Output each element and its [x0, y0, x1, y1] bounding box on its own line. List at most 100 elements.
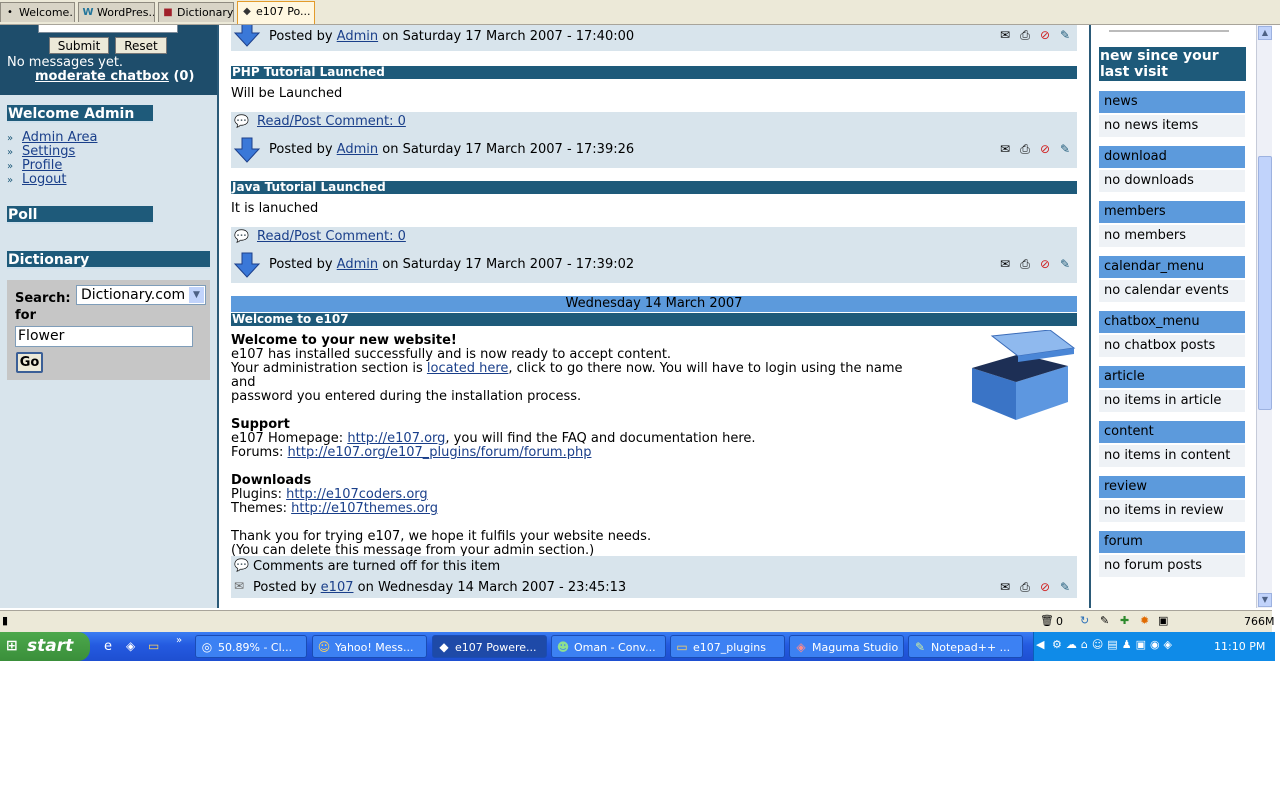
sync-icon[interactable]: ↻ [1080, 614, 1089, 627]
scroll-down-arrow-icon[interactable]: ▼ [1258, 593, 1272, 607]
post-icon: ✉ [234, 579, 245, 593]
folder-icon[interactable]: ▭ [148, 639, 159, 653]
go-button[interactable]: Go [16, 352, 43, 373]
notepad-icon: ✎ [914, 640, 926, 654]
start-button[interactable]: ⊞ start [0, 632, 90, 661]
edit-icon[interactable]: ✎ [1057, 27, 1073, 43]
print-icon[interactable]: ⎙ [1017, 579, 1033, 595]
taskbar-item-label: 50.89% - Cl... [218, 641, 293, 654]
tray-expand-icon[interactable]: ◀ [1036, 638, 1044, 651]
post-actions: ✉ ⎙ ⊘ ✎ [997, 579, 1075, 595]
reset-button[interactable]: Reset [115, 37, 167, 54]
welcome-line: e107 Homepage: http://e107.org, you will… [231, 432, 931, 446]
welcome-line: Thank you for trying e107, we hope it fu… [231, 529, 652, 544]
dictionary-heading: Dictionary [7, 251, 210, 269]
taskbar-item[interactable]: ✎ Notepad++ ... [908, 635, 1023, 658]
windows-logo-icon: ⊞ [6, 638, 18, 654]
pdf-icon[interactable]: ⊘ [1037, 256, 1053, 272]
email-icon[interactable]: ✉ [997, 141, 1013, 157]
print-icon[interactable]: ⎙ [1017, 141, 1033, 157]
located-here-link[interactable]: located here [427, 361, 508, 376]
themes-link[interactable]: http://e107themes.org [291, 501, 438, 516]
text: Themes: [231, 501, 292, 516]
e107-homepage-link[interactable]: http://e107.org [347, 431, 445, 446]
taskbar-item[interactable]: ☻ Oman - Conv... [551, 635, 666, 658]
search-input[interactable]: Flower [15, 326, 193, 347]
taskbar-item[interactable]: ◆ e107 Powere... [432, 635, 547, 658]
email-icon[interactable]: ✉ [997, 256, 1013, 272]
tab-welcome[interactable]: • Welcome... [0, 2, 75, 22]
tab-dictionary[interactable]: ■ Dictionary... [158, 2, 234, 22]
category-value: no chatbox posts [1099, 335, 1245, 357]
trash-icon[interactable]: 🗑 [1040, 614, 1054, 627]
people-icon: ☻ [556, 640, 570, 654]
author-link[interactable]: Admin [337, 142, 378, 157]
scrollbar-thumb[interactable] [1258, 156, 1272, 410]
email-icon[interactable]: ✉ [997, 27, 1013, 43]
logout-link[interactable]: Logout [22, 172, 67, 187]
post-title: PHP Tutorial Launched [231, 66, 1077, 79]
taskbar-item[interactable]: ◈ Maguma Studio [789, 635, 904, 658]
date-bar: Wednesday 14 March 2007 [231, 296, 1077, 312]
settings-link[interactable]: Settings [22, 144, 75, 159]
post-footer: Posted by Admin on Saturday 17 March 200… [231, 25, 1077, 51]
tab-wordpress[interactable]: W WordPres... [78, 2, 155, 22]
post-body: Will be Launched [231, 86, 343, 101]
addon-icon[interactable]: ✚ [1120, 614, 1129, 627]
email-icon[interactable]: ✉ [997, 579, 1013, 595]
dictionary-select[interactable]: Dictionary.com ▼ [76, 285, 206, 305]
no-messages-text: No messages yet. [7, 55, 124, 70]
gear-icon[interactable]: ✹ [1140, 614, 1149, 627]
web-page: Submit Reset No messages yet. moderate c… [0, 25, 1272, 608]
pdf-icon[interactable]: ⊘ [1037, 579, 1053, 595]
admin-area-link[interactable]: Admin Area [22, 130, 97, 145]
ie-icon[interactable]: e [104, 639, 112, 654]
pdf-icon[interactable]: ⊘ [1037, 141, 1053, 157]
posted-by: Posted by e107 on Wednesday 14 March 200… [253, 580, 626, 595]
comment-link[interactable]: Read/Post Comment: 0 [257, 114, 406, 129]
tray-icons[interactable]: ⚙☁⌂☺▤♟▣◉◈ [1052, 638, 1176, 651]
welcome-heading: Welcome to your new website! [231, 333, 457, 348]
author-link[interactable]: Admin [337, 29, 378, 44]
comment-link[interactable]: Read/Post Comment: 0 [257, 229, 406, 244]
profile-link[interactable]: Profile [22, 158, 62, 173]
app-icon[interactable]: ◈ [126, 639, 135, 653]
edit-icon[interactable]: ✎ [1057, 256, 1073, 272]
brush-icon[interactable]: ✎ [1100, 614, 1109, 627]
welcome-footer: 💬 Comments are turned off for this item … [231, 556, 1077, 598]
print-icon[interactable]: ⎙ [1017, 27, 1033, 43]
image-fragment [1109, 25, 1229, 32]
taskbar-item[interactable]: ▭ e107_plugins [670, 635, 785, 658]
chevron-down-icon[interactable]: ▼ [189, 287, 204, 303]
pdf-icon[interactable]: ⊘ [1037, 27, 1053, 43]
print-icon[interactable]: ⎙ [1017, 256, 1033, 272]
scroll-up-arrow-icon[interactable]: ▲ [1258, 26, 1272, 40]
category-review: review [1099, 476, 1245, 498]
taskbar-item[interactable]: ◎ 50.89% - Cl... [195, 635, 307, 658]
post-body: It is lanuched [231, 201, 319, 216]
author-link[interactable]: Admin [337, 257, 378, 272]
taskbar-item[interactable]: ☺ Yahoo! Mess... [312, 635, 427, 658]
forums-link[interactable]: http://e107.org/e107_plugins/forum/forum… [288, 445, 592, 460]
taskbar-item-label: e107 Powere... [455, 641, 537, 654]
author-link[interactable]: e107 [321, 580, 354, 595]
edit-icon[interactable]: ✎ [1057, 141, 1073, 157]
note-icon[interactable]: ▣ [1158, 614, 1168, 627]
text: , you will find the FAQ and documentatio… [445, 431, 756, 446]
moderate-chatbox-link[interactable]: moderate chatbox [35, 69, 169, 84]
category-value: no news items [1099, 115, 1245, 137]
tab-e107[interactable]: ◆ e107 Po... [237, 1, 315, 24]
category-forum: forum [1099, 531, 1245, 553]
post-date: on Saturday 17 March 2007 - 17:39:26 [382, 142, 635, 157]
submit-button[interactable]: Submit [49, 37, 109, 54]
down-arrow-icon [233, 252, 261, 278]
chatbox-textarea[interactable] [38, 25, 178, 33]
vertical-scrollbar[interactable]: ▲ ▼ [1256, 25, 1272, 608]
disc-icon: ◎ [201, 640, 213, 654]
welcome-line: Plugins: http://e107coders.org [231, 488, 931, 502]
edit-icon[interactable]: ✎ [1057, 579, 1073, 595]
settings-item: » Settings [7, 144, 75, 159]
plugins-link[interactable]: http://e107coders.org [286, 487, 428, 502]
welcome-line: Your administration section is located h… [231, 362, 931, 390]
chevron-right-icon[interactable]: » [176, 635, 182, 646]
